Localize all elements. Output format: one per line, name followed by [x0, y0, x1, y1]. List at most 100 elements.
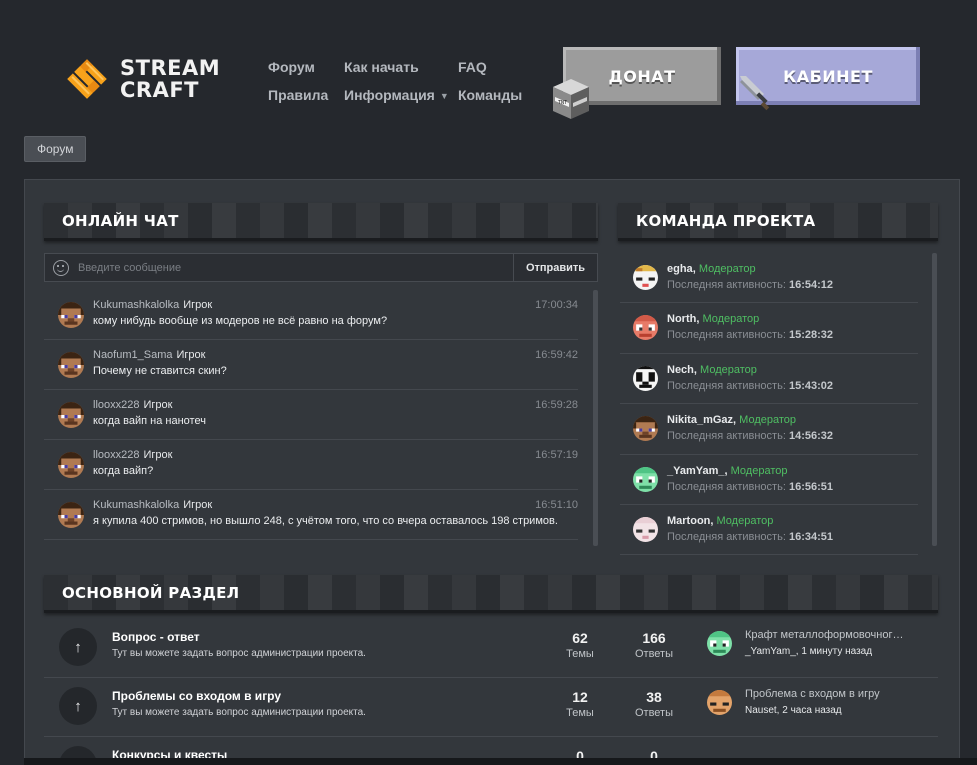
chat-input-box — [44, 253, 513, 282]
chat-author-role: Игрок — [183, 299, 213, 311]
emoji-icon[interactable] — [53, 259, 69, 276]
caret-down-icon: ▼ — [439, 91, 449, 102]
topics-label: Темы — [566, 648, 594, 660]
nav-info[interactable]: Информация ▼ — [344, 87, 449, 103]
steve-avatar — [58, 502, 84, 528]
yamyam-avatar — [707, 631, 732, 656]
cabinet-label: КАБИНЕТ — [783, 66, 873, 86]
nav-commands[interactable]: Команды — [458, 87, 522, 103]
member-name: _YamYam_, Модератор — [667, 464, 788, 477]
chat-author: llooxx228 Игрок — [93, 449, 172, 461]
activity-label: Последняя активность: — [667, 329, 786, 342]
chat-scrollbar[interactable] — [593, 290, 598, 546]
member-nick[interactable]: egha — [667, 263, 693, 275]
topics-count: 62 — [572, 630, 588, 646]
member-role: Модератор — [702, 313, 760, 326]
replies-stat: 38 Ответы — [624, 689, 684, 719]
topics-stat: 12 Темы — [550, 689, 610, 719]
forum-title[interactable]: Вопрос - ответ — [112, 630, 200, 644]
breadcrumb[interactable]: Форум — [24, 136, 87, 162]
logo-line-1: STREAM — [120, 56, 221, 80]
forum-row[interactable]: ↑ Проблемы со входом в игру Тут вы может… — [44, 678, 938, 737]
send-button[interactable]: Отправить — [513, 253, 598, 282]
member-name: Martoon, Модератор — [667, 514, 774, 527]
chat-message: Kukumashkalolka Игрок я купила 400 стримо… — [44, 490, 578, 540]
topics-label: Темы — [566, 707, 594, 719]
chat-author-nick[interactable]: llooxx228 — [93, 399, 139, 411]
forum-row[interactable]: ↑ Вопрос - ответ Тут вы можете задать во… — [44, 619, 938, 678]
tnt-block-icon: TNT — [553, 79, 589, 119]
bottom-bar — [24, 758, 977, 765]
nav-rules[interactable]: Правила — [268, 87, 328, 103]
sword-icon — [740, 76, 770, 111]
chat-message: Kukumashkalolka Игрок кому нибудь вообще … — [44, 290, 578, 340]
member-nick[interactable]: _YamYam_ — [667, 465, 725, 477]
logo-line-2: CRAFT — [120, 78, 200, 102]
chat-message-time: 16:51:10 — [535, 499, 578, 511]
replies-label: Ответы — [634, 707, 673, 719]
egha-avatar — [633, 265, 658, 290]
activity-time: 16:34:51 — [788, 530, 833, 543]
activity-time: 16:54:12 — [788, 279, 833, 291]
member-nick[interactable]: Nikita_mGaz — [667, 414, 733, 426]
replies-count: 38 — [646, 689, 662, 705]
forum-title[interactable]: Проблемы со входом в игру — [112, 689, 281, 703]
chat-author: Kukumashkalolka Игрок — [93, 299, 212, 311]
member-activity: Последняя активность: 16:56:51 — [667, 481, 833, 493]
last-post-meta: Nauset, 2 часа назад — [745, 705, 842, 716]
forum-arrow-up-icon: ↑ — [59, 628, 97, 666]
breadcrumb-forum[interactable]: Форум — [37, 142, 73, 156]
replies-label: Ответы — [634, 648, 673, 660]
team-member: Martoon, Модератор Последняя активность:… — [620, 505, 918, 556]
forum-description: Тут вы можете задать вопрос администраци… — [112, 648, 366, 659]
steve-avatar — [58, 452, 84, 478]
team-title: КОМАНДА ПРОЕКТА — [636, 211, 816, 230]
chat-author-role: Игрок — [143, 449, 173, 461]
svg-text:TNT: TNT — [558, 100, 567, 106]
last-post-title[interactable]: Проблема с входом в игру — [745, 688, 880, 700]
member-nick[interactable]: North — [667, 313, 696, 325]
activity-label: Последняя активность: — [667, 530, 786, 543]
topics-count: 12 — [572, 689, 588, 705]
chat-message-text: когда вайп? — [93, 465, 154, 477]
last-post-title[interactable]: Крафт металлоформовочног… — [745, 629, 903, 641]
chat-author-nick[interactable]: Kukumashkalolka — [93, 299, 179, 311]
chat-author-nick[interactable]: llooxx228 — [93, 449, 139, 461]
team-header: КОМАНДА ПРОЕКТА — [618, 203, 938, 241]
member-activity: Последняя активность: 16:54:12 — [667, 279, 833, 291]
chat-message-text: Почему не ставится скин? — [93, 365, 227, 377]
yamyam-avatar — [633, 466, 658, 492]
member-activity: Последняя активность: 15:28:32 — [667, 329, 833, 341]
nav-forum[interactable]: Форум — [268, 59, 315, 75]
site-logo[interactable]: STREAM CRAFT — [62, 53, 224, 105]
activity-label: Последняя активность: — [667, 430, 786, 443]
topics-stat: 62 Темы — [550, 630, 610, 660]
member-activity: Последняя активность: 15:43:02 — [667, 380, 833, 392]
donate-label: ДОНАТ — [608, 66, 676, 86]
activity-time: 16:56:51 — [788, 480, 833, 493]
last-post-meta: _YamYam_, 1 минуту назад — [745, 646, 873, 657]
chat-author-nick[interactable]: Kukumashkalolka — [93, 499, 179, 511]
nav-faq[interactable]: FAQ — [458, 59, 487, 75]
forum-arrow-up-icon: ↑ — [59, 687, 97, 725]
member-nick[interactable]: Nech — [667, 364, 694, 376]
chat-message-input[interactable] — [78, 261, 498, 274]
team-list: egha, Модератор Последняя активность: 16… — [620, 253, 918, 556]
replies-stat: 166 Ответы — [624, 630, 684, 660]
member-nick[interactable]: Martoon — [667, 515, 710, 527]
team-member: North, Модератор Последняя активность: 1… — [620, 303, 918, 354]
activity-time: 15:28:32 — [788, 329, 833, 342]
team-scrollbar[interactable] — [932, 253, 937, 546]
member-role: Модератор — [739, 414, 796, 427]
replies-count: 166 — [642, 630, 666, 646]
chat-message-text: кому нибудь вообще из модеров не всё рав… — [93, 315, 388, 327]
chat-author: Kukumashkalolka Игрок — [93, 499, 212, 511]
chat-author-nick[interactable]: Naofum1_Sama — [93, 349, 173, 361]
member-role: Модератор — [730, 464, 788, 477]
chat-message: Naofum1_Sama Игрок Почему не ставится ски… — [44, 340, 578, 390]
activity-label: Последняя активность: — [667, 480, 786, 493]
nav-how-to-start[interactable]: Как начать — [344, 59, 419, 75]
member-name: North, Модератор — [667, 313, 760, 326]
steve-avatar — [58, 302, 84, 328]
steve-avatar — [58, 352, 84, 378]
